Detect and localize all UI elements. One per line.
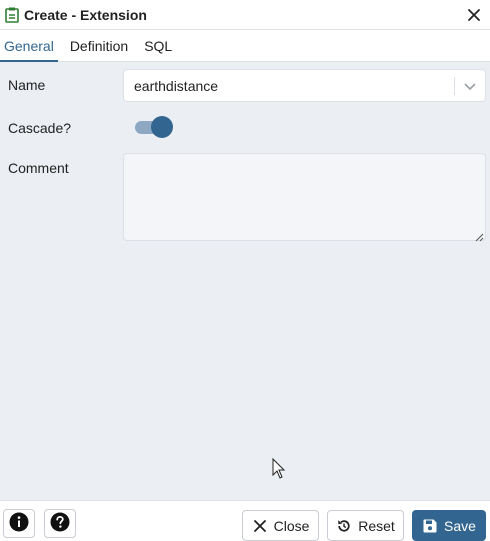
close-icon[interactable] — [464, 5, 484, 25]
extension-icon — [5, 7, 19, 23]
close-button-label: Close — [273, 517, 310, 534]
tab-bar: General Definition SQL — [0, 30, 490, 62]
info-button[interactable] — [3, 509, 35, 538]
cascade-toggle[interactable] — [135, 116, 173, 138]
tab-sql[interactable]: SQL — [140, 30, 176, 61]
select-separator — [454, 77, 455, 95]
tab-definition[interactable]: Definition — [66, 30, 132, 61]
reset-icon — [336, 518, 352, 534]
cascade-label: Cascade? — [8, 120, 72, 136]
mouse-cursor-icon — [272, 457, 286, 480]
name-select-value: earthdistance — [134, 77, 219, 94]
form-panel: Name earthdistance Cascade? Comment — [0, 62, 490, 500]
name-label: Name — [8, 77, 46, 93]
tab-general[interactable]: General — [0, 30, 58, 62]
reset-button[interactable]: Reset — [327, 510, 404, 541]
save-button[interactable]: Save — [412, 510, 486, 541]
reset-button-label: Reset — [358, 517, 395, 534]
name-select[interactable]: earthdistance — [123, 69, 486, 102]
close-button[interactable]: Close — [242, 510, 319, 541]
close-icon — [252, 518, 268, 534]
toggle-knob — [151, 116, 173, 138]
dialog-title: Create - Extension — [24, 6, 147, 23]
comment-label: Comment — [8, 160, 69, 176]
info-icon — [9, 512, 29, 535]
help-icon — [50, 512, 70, 535]
save-button-label: Save — [444, 517, 476, 534]
comment-textarea[interactable] — [123, 153, 486, 242]
dialog-footer: Close Reset Save — [0, 500, 490, 541]
dialog-title-bar: Create - Extension — [0, 0, 490, 30]
resize-grip-icon[interactable] — [474, 229, 484, 242]
chevron-down-icon[interactable] — [463, 79, 477, 93]
help-button[interactable] — [44, 509, 76, 538]
save-icon — [422, 518, 438, 534]
